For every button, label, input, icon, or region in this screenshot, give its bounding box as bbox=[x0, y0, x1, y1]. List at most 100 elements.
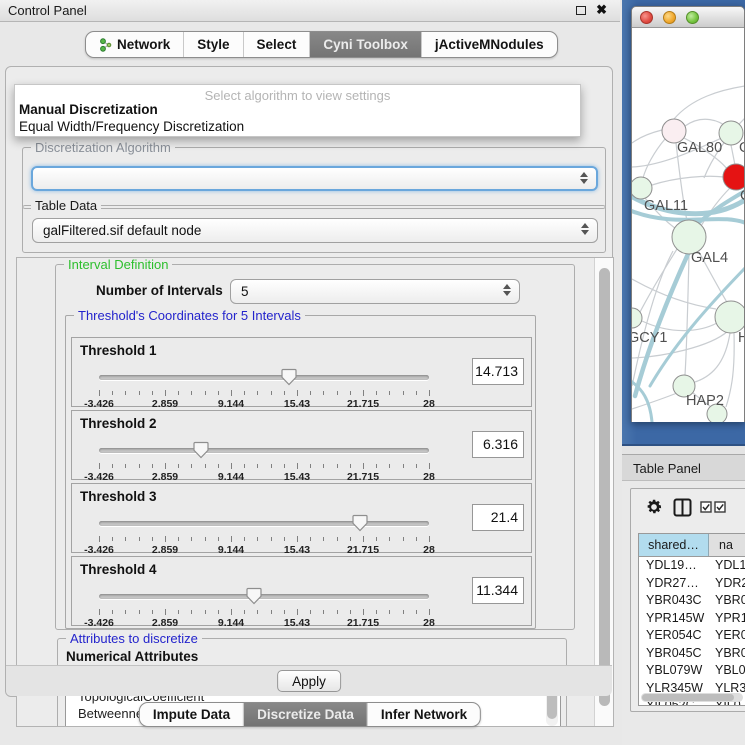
slider-track[interactable] bbox=[99, 594, 429, 599]
interval-definition-label: Interval Definition bbox=[64, 257, 172, 272]
network-window-titlebar bbox=[632, 7, 744, 28]
network-node-label: H bbox=[738, 330, 744, 346]
table-data-label: Table Data bbox=[31, 198, 101, 213]
table-row[interactable]: YBR045CYBR0 bbox=[639, 645, 745, 663]
slider-tick bbox=[205, 464, 206, 468]
slider-tick bbox=[218, 464, 219, 468]
network-node-c[interactable] bbox=[723, 164, 744, 190]
table-row[interactable]: YDL19…YDL1 bbox=[639, 557, 745, 575]
slider-tick bbox=[297, 463, 298, 469]
slider-tick bbox=[403, 464, 404, 468]
tab-jactivemnodules[interactable]: jActiveMNodules bbox=[421, 32, 557, 57]
apply-strip: Apply bbox=[6, 665, 612, 696]
slider-thumb[interactable] bbox=[246, 587, 262, 605]
number-of-intervals-combobox[interactable]: 5 bbox=[230, 279, 520, 304]
threshold-slider[interactable]: -3.4262.8599.14415.4321.71528 bbox=[97, 514, 431, 554]
cell-name: YDL1 bbox=[709, 557, 745, 575]
algorithm-combobox[interactable] bbox=[31, 166, 598, 191]
bottom-tab-discretize-data[interactable]: Discretize Data bbox=[243, 703, 367, 726]
network-node-h[interactable] bbox=[715, 301, 744, 333]
threshold-value-field[interactable]: 11.344 bbox=[472, 577, 524, 604]
slider-thumb[interactable] bbox=[352, 514, 368, 532]
table-data-combobox[interactable]: galFiltered.sif default node bbox=[32, 218, 598, 243]
threshold-title: Threshold 1 bbox=[80, 343, 157, 358]
slider-thumb[interactable] bbox=[281, 368, 297, 386]
network-edge[interactable] bbox=[674, 86, 744, 119]
table-row[interactable]: YBR043CYBR0 bbox=[639, 592, 745, 610]
tab-label: Discretize Data bbox=[257, 707, 354, 722]
interval-definition-group: Interval Definition Number of Intervals … bbox=[55, 264, 575, 630]
slider-tick-label: 9.144 bbox=[218, 617, 244, 629]
split-columns-icon[interactable] bbox=[673, 498, 692, 517]
slider-tick-label: 15.43 bbox=[284, 617, 310, 629]
node-table[interactable]: shared… na YDL19…YDL1YDR27…YDR2YBR043CYB… bbox=[638, 533, 745, 706]
table-row[interactable]: YDR27…YDR2 bbox=[639, 575, 745, 593]
slider-tick bbox=[244, 537, 245, 541]
algorithm-option-manual-discretization[interactable]: Manual Discretization bbox=[19, 102, 158, 117]
slider-track[interactable] bbox=[99, 521, 429, 526]
tab-style[interactable]: Style bbox=[183, 32, 242, 57]
network-edge[interactable] bbox=[652, 176, 724, 185]
slider-tick bbox=[337, 464, 338, 468]
network-node-gal11[interactable] bbox=[632, 177, 652, 199]
bottom-tab-impute-data[interactable]: Impute Data bbox=[140, 703, 243, 726]
float-window-icon[interactable] bbox=[576, 6, 586, 15]
network-edge[interactable] bbox=[632, 393, 677, 409]
stepper-icon bbox=[581, 223, 589, 235]
close-icon[interactable]: ✖ bbox=[596, 2, 607, 18]
checkbox-icon[interactable] bbox=[700, 501, 712, 513]
slider-track[interactable] bbox=[99, 375, 429, 380]
scrollbar-thumb[interactable] bbox=[599, 268, 610, 706]
checkbox-icon[interactable] bbox=[714, 501, 726, 513]
algorithm-option-equal-width-frequency-discretization[interactable]: Equal Width/Frequency Discretization bbox=[19, 119, 244, 134]
network-graph[interactable]: GAL80GACGAL11GAL4GCY1HHAP2 bbox=[632, 28, 744, 422]
threshold-slider[interactable]: -3.4262.8599.14415.4321.71528 bbox=[97, 368, 431, 408]
apply-button[interactable]: Apply bbox=[277, 670, 341, 692]
slider-thumb[interactable] bbox=[193, 441, 209, 459]
slider-tick bbox=[178, 537, 179, 541]
slider-tick bbox=[178, 391, 179, 395]
network-edge[interactable] bbox=[632, 130, 662, 143]
stepper-icon bbox=[503, 284, 511, 296]
column-header-name[interactable]: na bbox=[709, 534, 745, 556]
minimize-light-icon[interactable] bbox=[663, 11, 676, 24]
threshold-slider[interactable]: -3.4262.8599.14415.4321.71528 bbox=[97, 441, 431, 481]
slider-tick bbox=[191, 464, 192, 468]
zoom-light-icon[interactable] bbox=[686, 11, 699, 24]
tab-cyni-toolbox[interactable]: Cyni Toolbox bbox=[309, 32, 421, 57]
table-row[interactable]: YER054CYER0 bbox=[639, 627, 745, 645]
tab-select[interactable]: Select bbox=[243, 32, 310, 57]
slider-tick bbox=[205, 391, 206, 395]
network-edge[interactable] bbox=[643, 139, 665, 178]
table-row[interactable]: YBL079WYBL0 bbox=[639, 662, 745, 680]
table-horizontal-scrollbar[interactable] bbox=[641, 693, 743, 702]
slider-tick bbox=[403, 391, 404, 395]
gear-icon[interactable] bbox=[645, 498, 663, 516]
table-panel-titlebar: Table Panel bbox=[622, 454, 745, 481]
slider-tick bbox=[165, 390, 166, 396]
threshold-value-field[interactable]: 6.316 bbox=[472, 431, 524, 458]
table-row[interactable]: YPR145WYPR1 bbox=[639, 610, 745, 628]
cytoscape-desktop: GAL80GACGAL11GAL4GCY1HHAP2 bbox=[622, 0, 745, 446]
settings-vertical-scrollbar[interactable] bbox=[594, 258, 613, 726]
slider-track[interactable] bbox=[99, 448, 429, 453]
network-canvas[interactable]: GAL80GACGAL11GAL4GCY1HHAP2 bbox=[632, 28, 744, 422]
threshold-value-field[interactable]: 21.4 bbox=[472, 504, 524, 531]
slider-tick bbox=[403, 610, 404, 614]
tab-network[interactable]: Network bbox=[86, 32, 183, 57]
threshold-panel-1: Threshold 1 -3.4262.8599.14415.4321.71528… bbox=[71, 337, 532, 407]
network-edge[interactable] bbox=[685, 254, 689, 375]
slider-tick bbox=[350, 610, 351, 614]
network-node-gal4[interactable] bbox=[672, 220, 706, 254]
threshold-slider[interactable]: -3.4262.8599.14415.4321.71528 bbox=[97, 587, 431, 627]
column-header-shared-name[interactable]: shared… bbox=[639, 534, 709, 556]
control-panel-titlebar: Control Panel ✖ bbox=[0, 0, 620, 22]
network-node-label: GCY1 bbox=[632, 330, 668, 346]
slider-tick bbox=[218, 537, 219, 541]
threshold-value-field[interactable]: 14.713 bbox=[472, 358, 524, 385]
bottom-tab-infer-network[interactable]: Infer Network bbox=[367, 703, 480, 726]
close-light-icon[interactable] bbox=[640, 11, 653, 24]
network-edge[interactable] bbox=[731, 145, 735, 165]
stepper-icon bbox=[580, 172, 588, 184]
slider-tick-label: -3.426 bbox=[84, 544, 114, 556]
